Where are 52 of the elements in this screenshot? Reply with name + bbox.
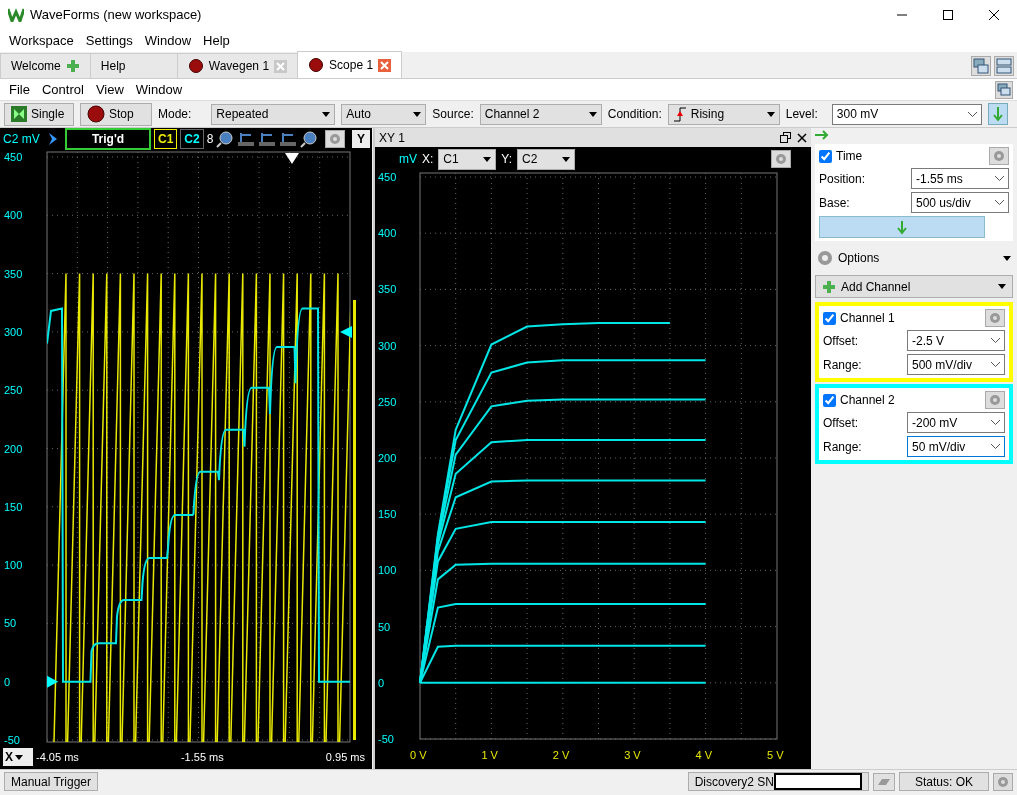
axis-tick-label: -50 [4, 734, 20, 745]
axis-unit-label: mV [398, 151, 417, 168]
axis-tick-label: 3 V [624, 749, 641, 761]
axis-tick-label: 400 [4, 209, 23, 222]
axis-tick-label: -50 [378, 733, 394, 745]
axis-tick-label: 450 [378, 171, 397, 183]
condition-label: Condition: [607, 106, 662, 123]
mode-label: Mode: [158, 106, 192, 123]
axis-tick-label: 200 [378, 452, 397, 464]
axis-tick-label: 250 [378, 395, 397, 408]
axis-tick-label: 50 [378, 620, 391, 633]
axis-tick-label: 100 [378, 564, 397, 577]
field-label: Range: [823, 438, 862, 456]
axis-tick-label: 250 [4, 384, 23, 397]
axis-tick-label: 350 [4, 267, 23, 280]
axis-tick-label: 0 [4, 675, 11, 688]
axis-tick-label: 4 V [695, 749, 713, 761]
axis-tick-label: 0.95 ms [325, 749, 365, 765]
field-label: Offset: [823, 414, 859, 432]
field-label: Offset: [823, 332, 859, 350]
axis-tick-label: 150 [4, 500, 23, 513]
axis-unit-label: C2 mV [3, 131, 41, 148]
level-label: Level: [785, 106, 818, 123]
axis-tick-label: 5 V [767, 749, 784, 761]
axis-tick-label: 150 [378, 508, 397, 521]
axis-tick-label: -4.05 ms [36, 749, 79, 765]
axis-tick-label: 100 [4, 559, 23, 572]
axis-tick-label: 1 V [481, 749, 498, 761]
axis-tick-label: 400 [378, 227, 397, 240]
axis-tick-label: 300 [378, 339, 397, 352]
section-title: Channel 1 [840, 310, 895, 327]
axis-tick-label: 300 [4, 325, 23, 338]
section-title: Channel 2 [840, 392, 895, 409]
axis-tick-label: 50 [4, 617, 17, 630]
axis-tick-label: 0 V [410, 749, 427, 761]
axis-tick-label: -1.55 ms [180, 749, 224, 765]
x-source-label: X: [422, 151, 434, 168]
y-source-label: Y: [501, 151, 513, 168]
panel-title: XY 1 [379, 129, 405, 147]
trigger-status: Trig'd [65, 128, 151, 150]
axis-tick-label: 200 [4, 442, 23, 455]
axis-tick-label: 0 [378, 676, 385, 689]
field-label: Range: [823, 356, 862, 374]
axis-tick-label: 450 [4, 151, 23, 163]
window-title: WaveForms (new workspace) [30, 6, 202, 25]
field-label: Position: [819, 170, 866, 188]
field-label: Base: [819, 194, 850, 212]
section-title: Time [836, 148, 863, 165]
axis-tick-label: 350 [378, 283, 397, 296]
zoom-count: 8 [206, 131, 214, 148]
source-label: Source: [432, 106, 474, 123]
axis-tick-label: 2 V [552, 749, 570, 761]
